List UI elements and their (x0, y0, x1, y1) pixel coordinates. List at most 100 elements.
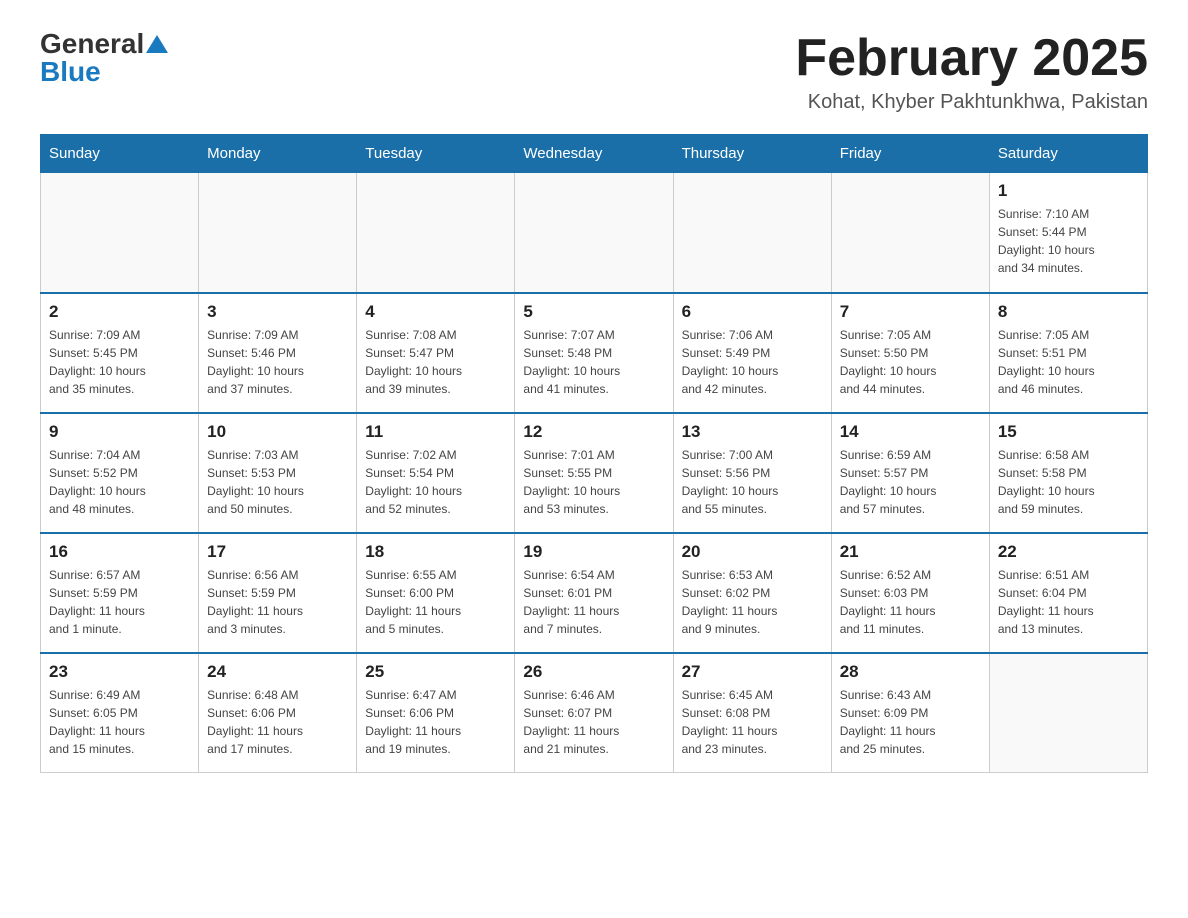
day-number: 5 (523, 302, 664, 322)
calendar-day-cell: 27Sunrise: 6:45 AM Sunset: 6:08 PM Dayli… (673, 653, 831, 773)
logo-triangle-icon (146, 31, 168, 53)
calendar-day-cell (41, 173, 199, 293)
calendar-day-cell: 24 Sunrise: 6:48 AM Sunset: 6:06 PM Dayli… (199, 653, 357, 773)
day-info: Sunrise: 6:49 AM Sunset: 6:05 PM Dayligh… (49, 686, 190, 758)
calendar-day-cell: 9 Sunrise: 7:04 AM Sunset: 5:52 PM Daylig… (41, 413, 199, 533)
day-number: 1 (998, 181, 1139, 201)
day-info: Sunrise: 6:47 AM Sunset: 6:06 PM Dayligh… (365, 686, 506, 758)
day-info: Sunrise: 7:04 AM Sunset: 5:52 PM Dayligh… (49, 446, 190, 518)
day-number: 10 (207, 422, 348, 442)
day-number: 7 (840, 302, 981, 322)
calendar-day-cell: 15Sunrise: 6:58 AM Sunset: 5:58 PM Dayli… (989, 413, 1147, 533)
calendar-day-cell (515, 173, 673, 293)
calendar-day-cell: 18 Sunrise: 6:55 AM Sunset: 6:00 PM Dayli… (357, 533, 515, 653)
location-text: Kohat, Khyber Pakhtunkhwa, Pakistan (795, 91, 1148, 114)
day-info: Sunrise: 7:06 AM Sunset: 5:49 PM Dayligh… (682, 326, 823, 398)
day-info: Sunrise: 6:45 AM Sunset: 6:08 PM Dayligh… (682, 686, 823, 758)
day-number: 18 (365, 542, 506, 562)
calendar-day-cell: 7 Sunrise: 7:05 AM Sunset: 5:50 PM Daylig… (831, 293, 989, 413)
day-info: Sunrise: 7:08 AM Sunset: 5:47 PM Dayligh… (365, 326, 506, 398)
calendar-day-cell: 4Sunrise: 7:08 AM Sunset: 5:47 PM Daylig… (357, 293, 515, 413)
calendar-day-cell: 28 Sunrise: 6:43 AM Sunset: 6:09 PM Dayli… (831, 653, 989, 773)
weekday-header-tuesday: Tuesday (357, 135, 515, 173)
calendar-day-cell: 5 Sunrise: 7:07 AM Sunset: 5:48 PM Daylig… (515, 293, 673, 413)
day-info: Sunrise: 6:48 AM Sunset: 6:06 PM Dayligh… (207, 686, 348, 758)
calendar-day-cell (357, 173, 515, 293)
calendar-table: SundayMondayTuesdayWednesdayThursdayFrid… (40, 134, 1148, 773)
weekday-header-sunday: Sunday (41, 135, 199, 173)
weekday-header-friday: Friday (831, 135, 989, 173)
calendar-day-cell: 19 Sunrise: 6:54 AM Sunset: 6:01 PM Dayli… (515, 533, 673, 653)
day-info: Sunrise: 7:07 AM Sunset: 5:48 PM Dayligh… (523, 326, 664, 398)
day-info: Sunrise: 6:43 AM Sunset: 6:09 PM Dayligh… (840, 686, 981, 758)
calendar-day-cell: 13Sunrise: 7:00 AM Sunset: 5:56 PM Dayli… (673, 413, 831, 533)
calendar-day-cell: 26 Sunrise: 6:46 AM Sunset: 6:07 PM Dayli… (515, 653, 673, 773)
day-info: Sunrise: 7:09 AM Sunset: 5:46 PM Dayligh… (207, 326, 348, 398)
day-number: 15 (998, 422, 1139, 442)
day-number: 3 (207, 302, 348, 322)
logo: General Blue (40, 30, 168, 86)
day-number: 16 (49, 542, 190, 562)
day-number: 17 (207, 542, 348, 562)
title-section: February 2025 Kohat, Khyber Pakhtunkhwa,… (795, 30, 1148, 114)
calendar-week-row: 9 Sunrise: 7:04 AM Sunset: 5:52 PM Daylig… (41, 413, 1148, 533)
day-info: Sunrise: 6:56 AM Sunset: 5:59 PM Dayligh… (207, 566, 348, 638)
calendar-day-cell: 2 Sunrise: 7:09 AM Sunset: 5:45 PM Daylig… (41, 293, 199, 413)
day-number: 12 (523, 422, 664, 442)
day-number: 11 (365, 422, 506, 442)
day-info: Sunrise: 7:03 AM Sunset: 5:53 PM Dayligh… (207, 446, 348, 518)
day-number: 25 (365, 662, 506, 682)
calendar-day-cell: 25 Sunrise: 6:47 AM Sunset: 6:06 PM Dayli… (357, 653, 515, 773)
calendar-day-cell: 22 Sunrise: 6:51 AM Sunset: 6:04 PM Dayli… (989, 533, 1147, 653)
calendar-day-cell: 21 Sunrise: 6:52 AM Sunset: 6:03 PM Dayli… (831, 533, 989, 653)
calendar-day-cell: 8 Sunrise: 7:05 AM Sunset: 5:51 PM Daylig… (989, 293, 1147, 413)
day-info: Sunrise: 7:01 AM Sunset: 5:55 PM Dayligh… (523, 446, 664, 518)
calendar-day-cell: 17 Sunrise: 6:56 AM Sunset: 5:59 PM Dayli… (199, 533, 357, 653)
logo-blue-text: Blue (40, 58, 101, 86)
day-number: 28 (840, 662, 981, 682)
day-info: Sunrise: 6:46 AM Sunset: 6:07 PM Dayligh… (523, 686, 664, 758)
day-info: Sunrise: 7:02 AM Sunset: 5:54 PM Dayligh… (365, 446, 506, 518)
calendar-week-row: 23 Sunrise: 6:49 AM Sunset: 6:05 PM Dayli… (41, 653, 1148, 773)
page-header: General Blue February 2025 Kohat, Khyber… (40, 30, 1148, 114)
weekday-header-wednesday: Wednesday (515, 135, 673, 173)
calendar-day-cell: 1 Sunrise: 7:10 AM Sunset: 5:44 PM Daylig… (989, 173, 1147, 293)
day-info: Sunrise: 6:53 AM Sunset: 6:02 PM Dayligh… (682, 566, 823, 638)
calendar-week-row: 1 Sunrise: 7:10 AM Sunset: 5:44 PM Daylig… (41, 173, 1148, 293)
day-number: 2 (49, 302, 190, 322)
day-info: Sunrise: 6:52 AM Sunset: 6:03 PM Dayligh… (840, 566, 981, 638)
day-number: 24 (207, 662, 348, 682)
day-number: 19 (523, 542, 664, 562)
day-info: Sunrise: 6:54 AM Sunset: 6:01 PM Dayligh… (523, 566, 664, 638)
day-number: 23 (49, 662, 190, 682)
day-info: Sunrise: 7:10 AM Sunset: 5:44 PM Dayligh… (998, 205, 1139, 277)
calendar-day-cell (673, 173, 831, 293)
day-number: 8 (998, 302, 1139, 322)
calendar-day-cell: 20Sunrise: 6:53 AM Sunset: 6:02 PM Dayli… (673, 533, 831, 653)
day-info: Sunrise: 7:09 AM Sunset: 5:45 PM Dayligh… (49, 326, 190, 398)
calendar-day-cell: 23 Sunrise: 6:49 AM Sunset: 6:05 PM Dayli… (41, 653, 199, 773)
day-info: Sunrise: 6:55 AM Sunset: 6:00 PM Dayligh… (365, 566, 506, 638)
day-number: 13 (682, 422, 823, 442)
weekday-header-saturday: Saturday (989, 135, 1147, 173)
day-number: 22 (998, 542, 1139, 562)
day-info: Sunrise: 6:59 AM Sunset: 5:57 PM Dayligh… (840, 446, 981, 518)
day-number: 21 (840, 542, 981, 562)
weekday-header-thursday: Thursday (673, 135, 831, 173)
calendar-day-cell: 14 Sunrise: 6:59 AM Sunset: 5:57 PM Dayli… (831, 413, 989, 533)
weekday-header-monday: Monday (199, 135, 357, 173)
day-info: Sunrise: 7:05 AM Sunset: 5:51 PM Dayligh… (998, 326, 1139, 398)
calendar-day-cell (199, 173, 357, 293)
day-number: 14 (840, 422, 981, 442)
calendar-day-cell: 12 Sunrise: 7:01 AM Sunset: 5:55 PM Dayli… (515, 413, 673, 533)
calendar-day-cell: 16 Sunrise: 6:57 AM Sunset: 5:59 PM Dayli… (41, 533, 199, 653)
logo-general-text: General (40, 30, 144, 58)
day-info: Sunrise: 7:05 AM Sunset: 5:50 PM Dayligh… (840, 326, 981, 398)
day-number: 26 (523, 662, 664, 682)
day-info: Sunrise: 6:57 AM Sunset: 5:59 PM Dayligh… (49, 566, 190, 638)
calendar-day-cell: 6Sunrise: 7:06 AM Sunset: 5:49 PM Daylig… (673, 293, 831, 413)
day-info: Sunrise: 6:51 AM Sunset: 6:04 PM Dayligh… (998, 566, 1139, 638)
calendar-day-cell: 3 Sunrise: 7:09 AM Sunset: 5:46 PM Daylig… (199, 293, 357, 413)
calendar-day-cell: 11 Sunrise: 7:02 AM Sunset: 5:54 PM Dayli… (357, 413, 515, 533)
day-number: 9 (49, 422, 190, 442)
